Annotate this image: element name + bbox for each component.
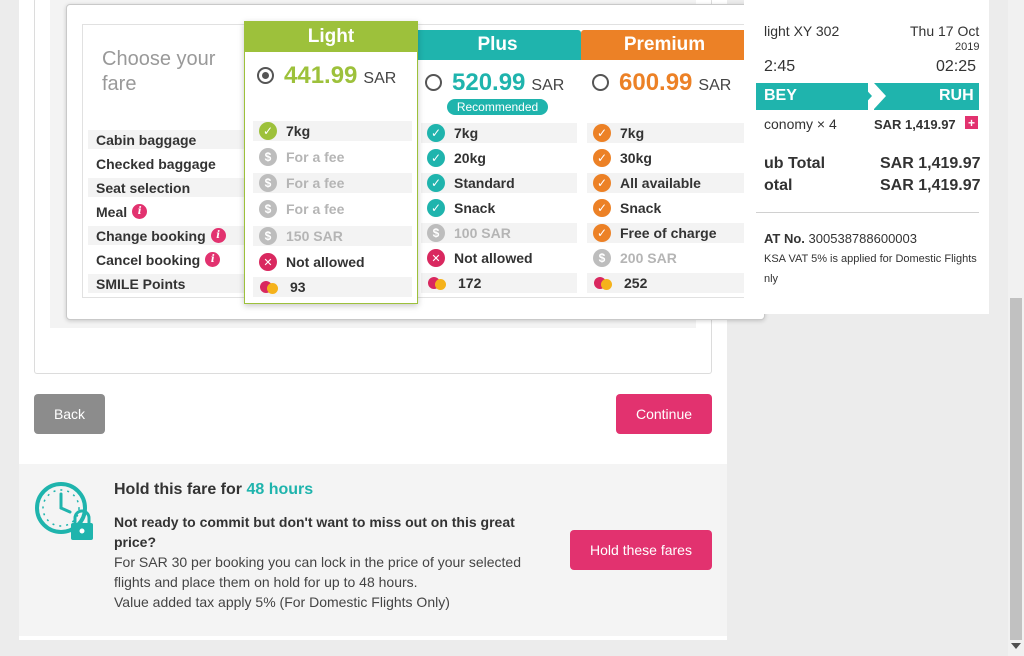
light-cell-meal: $ For a fee: [253, 199, 412, 219]
scrollbar-thumb[interactable]: [1010, 298, 1022, 640]
hold-fare-title: Hold this fare for 48 hours: [114, 481, 314, 498]
cross-icon: ✕: [259, 253, 277, 271]
plus-cell-cancel: ✕ Not allowed: [421, 248, 577, 268]
row-label-meal: Meal i: [88, 202, 245, 221]
total-label: otal: [764, 177, 793, 194]
row-label-seat-selection: Seat selection: [88, 178, 245, 197]
route-bar: BEY RUH: [756, 83, 979, 110]
check-icon: ✓: [593, 149, 611, 167]
booking-page: Choose your fare Cabin baggage Checked b…: [0, 0, 1024, 656]
fare-header-premium[interactable]: Premium: [581, 30, 748, 60]
check-icon: ✓: [427, 174, 445, 192]
choose-fare-title: Choose your fare: [102, 48, 216, 95]
premium-cell-checked: ✓ 30kg: [587, 148, 744, 168]
fare-amount: SAR 1,419.97: [874, 117, 956, 132]
premium-cell-cancel: $200 SAR: [587, 248, 744, 268]
info-icon[interactable]: i: [210, 228, 226, 243]
row-label-checked-baggage: Checked baggage: [96, 155, 216, 172]
light-cell-seat: $ For a fee: [253, 173, 412, 193]
smile-points-icon: [427, 274, 449, 292]
fare-header-plus[interactable]: Plus: [414, 30, 581, 60]
check-icon: ✓: [427, 199, 445, 217]
plus-cell-smile: 172: [421, 273, 577, 293]
clock-lock-icon: [35, 482, 93, 540]
vat-note-cont: nly: [764, 273, 779, 285]
fare-price-light[interactable]: 441.99 SAR: [257, 62, 396, 90]
dollar-icon: $: [259, 148, 277, 166]
hold-fare-lead: Not ready to commit but don't want to mi…: [114, 514, 515, 550]
smile-points-icon: [259, 278, 281, 296]
plus-cell-checked: ✓ 20kg: [421, 148, 577, 168]
fare-header-light[interactable]: Light: [245, 22, 417, 52]
flight-number: light XY 302: [764, 23, 840, 39]
premium-cell-smile: 252: [587, 273, 744, 293]
subtotal-amount: SAR 1,419.97: [880, 155, 981, 172]
light-cell-change: $150 SAR: [253, 226, 412, 246]
dollar-icon: $: [259, 200, 277, 218]
light-cell-smile: 93: [253, 277, 412, 297]
light-cell-cabin: ✓ 7kg: [253, 121, 412, 141]
check-icon: ✓: [593, 199, 611, 217]
dollar-icon: $: [427, 224, 445, 242]
destination-code: RUH: [939, 87, 974, 104]
check-icon: ✓: [593, 224, 611, 242]
flight-date: Thu 17 Oct: [910, 23, 980, 39]
smile-points-icon: [593, 274, 615, 292]
vat-note: KSA VAT 5% is applied for Domestic Fligh…: [764, 253, 977, 265]
vat-number-line: AT No. 300538788600003: [764, 231, 917, 246]
plus-cell-change: $100 SAR: [421, 223, 577, 243]
recommended-badge: Recommended: [447, 99, 548, 115]
plus-cell-seat: ✓ Standard: [421, 173, 577, 193]
fare-class-line: conomy × 4: [764, 116, 837, 132]
plus-cell-cabin: ✓ 7kg: [421, 123, 577, 143]
light-cell-cancel: ✕ Not allowed: [253, 252, 412, 272]
row-label-cancel-booking: Cancel booking i: [88, 250, 245, 269]
check-icon: ✓: [427, 124, 445, 142]
continue-button[interactable]: Continue: [616, 394, 712, 434]
subtotal-label: ub Total: [764, 155, 826, 172]
premium-cell-seat: ✓ All available: [587, 173, 744, 193]
fare-price-premium[interactable]: 600.99 SAR: [592, 69, 731, 97]
cross-icon: ✕: [427, 249, 445, 267]
dollar-icon: $: [259, 227, 277, 245]
row-label-smile-points: SMILE Points: [88, 274, 245, 293]
check-icon: ✓: [259, 122, 277, 140]
scroll-down-arrow-icon[interactable]: [1011, 643, 1021, 649]
check-icon: ✓: [593, 124, 611, 142]
plus-cell-meal: ✓ Snack: [421, 198, 577, 218]
radio-plus[interactable]: [425, 74, 442, 91]
check-icon: ✓: [427, 149, 445, 167]
back-button[interactable]: Back: [34, 394, 105, 434]
departure-time: 2:45: [764, 58, 796, 75]
hold-fare-description: For SAR 30 per booking you can lock in t…: [114, 554, 521, 610]
dollar-icon: $: [259, 174, 277, 192]
premium-cell-change: ✓ Free of charge: [587, 223, 744, 243]
origin-code: BEY: [764, 87, 797, 104]
fare-price-plus[interactable]: 520.99 SAR: [425, 69, 564, 97]
row-label-cabin-baggage: Cabin baggage: [88, 130, 245, 149]
flight-year: 2019: [955, 41, 980, 53]
radio-light-selected[interactable]: [257, 67, 274, 84]
premium-cell-cabin: ✓ 7kg: [587, 123, 744, 143]
info-icon[interactable]: i: [132, 204, 148, 219]
row-label-change-booking: Change booking i: [88, 226, 245, 245]
total-amount: SAR 1,419.97: [880, 177, 981, 194]
arrival-time: 02:25: [936, 58, 977, 75]
expand-plus-icon[interactable]: +: [965, 116, 978, 130]
hold-fares-button[interactable]: Hold these fares: [570, 530, 712, 570]
radio-premium[interactable]: [592, 74, 609, 91]
summary-divider: [756, 212, 979, 213]
info-icon[interactable]: i: [205, 252, 221, 267]
light-cell-checked: $ For a fee: [253, 147, 412, 167]
dollar-icon: $: [593, 249, 611, 267]
check-icon: ✓: [593, 174, 611, 192]
premium-cell-meal: ✓ Snack: [587, 198, 744, 218]
